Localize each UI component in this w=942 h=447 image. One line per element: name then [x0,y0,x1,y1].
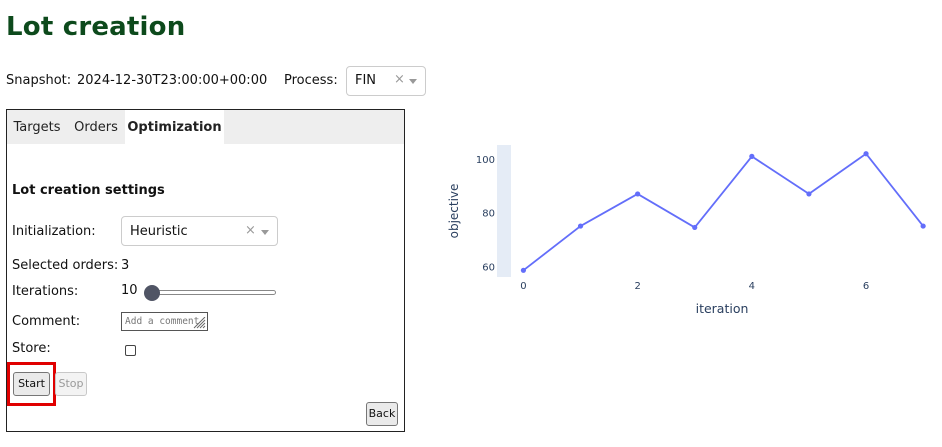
initialization-select[interactable]: Heuristic × [121,216,278,246]
back-button[interactable]: Back [366,402,398,426]
series-line [522,152,924,272]
process-select-value: FIN [355,73,377,88]
x-axis-title: iteration [696,301,749,316]
selected-orders-label: Selected orders: [12,258,119,273]
data-point [863,151,869,157]
optimization-panel: Targets Orders Optimization Lot creation… [6,109,405,432]
start-button[interactable]: Start [13,372,50,396]
section-title: Lot creation settings [12,183,165,198]
data-point [692,224,698,231]
iterations-slider-thumb[interactable] [144,285,160,301]
store-checkbox[interactable] [125,345,136,356]
data-point [577,223,584,229]
y-axis-title: objective [447,184,461,239]
iterations-label: Iterations: [12,284,79,299]
header-row: Snapshot: 2024-12-30T23:00:00+00:00 Proc… [6,66,446,96]
data-point [806,191,812,197]
comment-label: Comment: [12,314,81,329]
clear-icon[interactable]: × [245,223,256,238]
snapshot-value: 2024-12-30T23:00:00+00:00 [77,73,268,88]
store-label: Store: [12,341,51,356]
resize-grip-icon[interactable] [193,317,206,329]
selected-orders-value: 3 [121,258,130,273]
data-point [520,267,527,273]
tab-targets[interactable]: Targets [7,110,67,144]
tab-optimization[interactable]: Optimization [125,110,224,144]
tab-orders[interactable]: Orders [67,110,125,144]
chevron-down-icon[interactable] [261,230,269,235]
y-tick-label: 80 [482,209,495,220]
comment-placeholder: Add a comment [125,316,200,327]
stop-button[interactable]: Stop [55,372,87,396]
x-tick-label: 2 [634,281,640,292]
initialization-label: Initialization: [12,224,96,239]
x-tick-label: 4 [749,281,755,292]
tab-bar: Targets Orders Optimization [7,110,404,144]
comment-input[interactable]: Add a comment [121,312,208,331]
chevron-down-icon[interactable] [409,79,417,84]
iterations-slider-track[interactable] [151,290,276,295]
clear-icon[interactable]: × [394,72,405,87]
data-point [635,191,641,197]
snapshot-label: Snapshot: [6,73,72,88]
objective-chart: 60 80 100 0 2 4 6 iteration objective [447,145,926,316]
initialization-select-value: Heuristic [130,224,188,239]
y-axis-band [497,145,511,277]
x-tick-label: 6 [863,281,869,292]
y-tick-label: 60 [482,262,495,273]
x-tick-label: 0 [520,281,526,292]
process-select[interactable]: FIN × [346,66,426,96]
data-point [749,153,755,159]
iterations-value: 10 [121,283,138,298]
process-label: Process: [284,73,338,88]
y-tick-label: 100 [476,155,495,166]
data-point [920,223,926,229]
page-title: Lot creation [6,12,186,42]
